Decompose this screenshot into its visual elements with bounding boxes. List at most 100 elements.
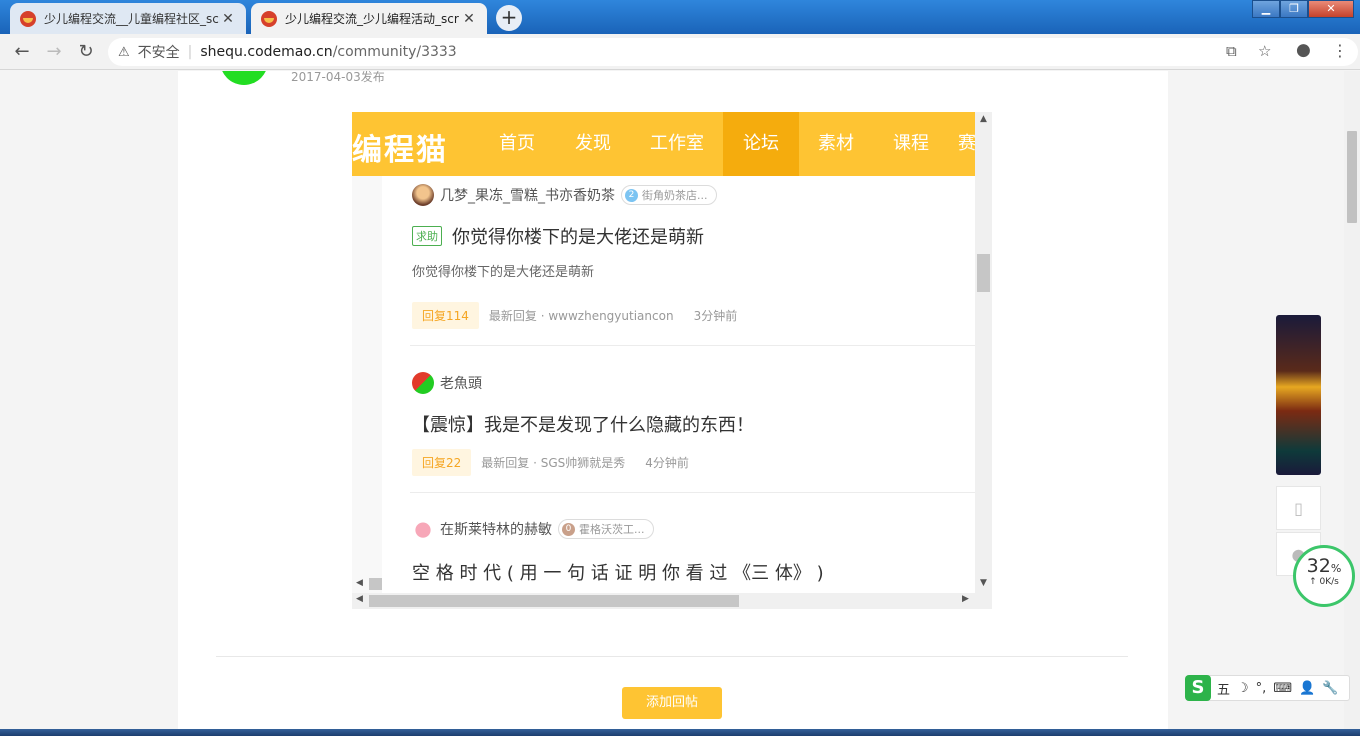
scroll-right-arrow-icon[interactable]: ▶: [962, 594, 969, 604]
gutter-scroll-thumb[interactable]: [369, 578, 382, 590]
add-reply-button[interactable]: 添加回帖: [622, 687, 722, 719]
frame-vscroll-thumb[interactable]: [977, 254, 990, 292]
forward-button[interactable]: →: [38, 41, 70, 62]
thread-title-row[interactable]: 求助 你觉得你楼下的是大佬还是萌新: [412, 223, 975, 249]
tab-close-icon[interactable]: ✕: [220, 11, 236, 27]
author-name[interactable]: 老魚頭: [440, 373, 482, 393]
security-label[interactable]: 不安全: [138, 42, 180, 62]
new-tab-button[interactable]: +: [496, 5, 522, 31]
page-scroll-thumb[interactable]: [1347, 131, 1357, 223]
ime-mode-icon[interactable]: 五: [1217, 679, 1230, 698]
embedded-forum-frame: 编程猫 首页 发现 工作室 论坛 素材 课程 赛 ◀ 几梦_果冻_雪糕_书亦香奶…: [352, 112, 992, 609]
level-badge: 2 街角奶茶店...: [621, 185, 717, 205]
mobile-icon[interactable]: ▯: [1276, 486, 1321, 530]
close-window-button[interactable]: ✕: [1308, 0, 1354, 18]
forum-thread[interactable]: 几梦_果冻_雪糕_书亦香奶茶 2 街角奶茶店... 求助 你觉得你楼下的是大佬还…: [412, 183, 975, 329]
reply-count: 回复22: [412, 449, 472, 476]
author-avatar[interactable]: [220, 71, 268, 85]
badge-title: 霍格沃茨工...: [579, 523, 645, 536]
embedded-navbar: 编程猫 首页 发现 工作室 论坛 素材 课程 赛: [352, 112, 976, 176]
reply-time: 3分钟前: [693, 309, 738, 323]
maximize-button[interactable]: ❐: [1280, 0, 1308, 18]
puzzle-icon[interactable]: ⧉: [1226, 42, 1237, 60]
browser-tab-1[interactable]: 少儿编程交流__儿童编程社区_scr ✕: [10, 3, 246, 34]
last-reply: 最新回复 · wwwzhengyutiancon: [488, 309, 674, 323]
speed-percent: 32%: [1306, 555, 1342, 577]
nav-discover[interactable]: 发现: [558, 112, 628, 176]
sogou-logo-icon[interactable]: S: [1185, 675, 1211, 701]
thread-title-row[interactable]: 空 格 时 代 ( 用 一 句 话 证 明 你 看 过 《三 体》 ): [412, 559, 975, 585]
thread-author[interactable]: 几梦_果冻_雪糕_书亦香奶茶 2 街角奶茶店...: [412, 183, 975, 207]
tab-title: 少儿编程交流_少儿编程活动_scr: [285, 12, 459, 26]
url-path[interactable]: /community/3333: [333, 44, 457, 60]
moon-icon[interactable]: ☽: [1237, 681, 1249, 696]
level-badge: 0 霍格沃茨工...: [558, 519, 654, 539]
thread-title[interactable]: 你觉得你楼下的是大佬还是萌新: [452, 223, 704, 249]
last-reply: 最新回复 · SGS帅狮就是秀: [481, 456, 626, 470]
level-number: 2: [625, 188, 638, 202]
codemao-favicon-icon: [261, 10, 277, 27]
reload-button[interactable]: ↻: [70, 41, 102, 62]
frame-vertical-scrollbar[interactable]: ▲ ▼: [975, 112, 992, 593]
scroll-up-arrow-icon[interactable]: ▲: [975, 114, 992, 124]
window-controls: ▁ ❐ ✕: [1252, 0, 1354, 18]
tab-title: 少儿编程交流__儿童编程社区_scr: [44, 12, 220, 26]
forum-thread[interactable]: 在斯莱特林的赫敏 0 霍格沃茨工... 空 格 时 代 ( 用 一 句 话 证 …: [412, 517, 975, 585]
level-number: 0: [562, 522, 575, 536]
post-date: 2017-04-03发布: [291, 71, 385, 84]
post-divider: [216, 656, 1128, 657]
address-bar[interactable]: ⚠ 不安全 | shequ.codemao.cn/community/3333 …: [108, 38, 1358, 66]
nav-home[interactable]: 首页: [482, 112, 552, 176]
user-avatar[interactable]: [412, 372, 434, 394]
bookmark-star-icon[interactable]: ☆: [1258, 42, 1271, 60]
wrench-icon[interactable]: 🔧: [1322, 681, 1338, 696]
nav-studio[interactable]: 工作室: [640, 112, 714, 176]
frame-left-gutter: ◀: [352, 176, 382, 593]
codemao-favicon-icon: [20, 10, 36, 27]
game-ad-banner[interactable]: [1276, 315, 1321, 475]
url-host[interactable]: shequ.codemao.cn: [200, 44, 332, 60]
scroll-down-arrow-icon[interactable]: ▼: [975, 578, 992, 588]
frame-horizontal-scrollbar[interactable]: ◀ ▶: [352, 593, 992, 609]
thread-divider: [410, 345, 975, 346]
reply-count: 回复114: [412, 302, 479, 329]
thread-title[interactable]: 【震惊】我是不是发现了什么隐藏的东西！: [412, 411, 754, 437]
thread-divider: [410, 492, 975, 493]
scroll-left-arrow-icon[interactable]: ◀: [356, 578, 363, 588]
browser-titlebar: 少儿编程交流__儿童编程社区_scr ✕ 少儿编程交流_少儿编程活动_scr ✕…: [0, 0, 1360, 34]
warning-icon[interactable]: ⚠: [118, 45, 130, 60]
page-content: 2017-04-03发布 添加回帖 编程猫 首页 发现 工作室 论坛 素材 课程…: [0, 71, 1344, 736]
thread-author[interactable]: 在斯莱特林的赫敏 0 霍格沃茨工...: [412, 517, 975, 541]
thread-author[interactable]: 老魚頭: [412, 371, 975, 395]
back-button[interactable]: ←: [6, 41, 38, 62]
thread-title[interactable]: 空 格 时 代 ( 用 一 句 话 证 明 你 看 过 《三 体》 ): [412, 559, 824, 585]
badge-title: 街角奶茶店...: [642, 189, 708, 202]
browser-menu-icon[interactable]: ⋮: [1332, 41, 1348, 60]
network-speed-widget[interactable]: 32% ↑ 0K/s: [1293, 545, 1355, 607]
keyboard-icon[interactable]: ⌨: [1273, 681, 1292, 696]
ime-toolbar[interactable]: S 五 ☽ °, ⌨ 👤 🔧: [1185, 675, 1350, 701]
page-scrollbar[interactable]: [1344, 71, 1360, 736]
scroll-left-arrow-icon[interactable]: ◀: [356, 594, 363, 604]
nav-courses[interactable]: 课程: [876, 112, 946, 176]
minimize-button[interactable]: ▁: [1252, 0, 1280, 18]
nav-forum[interactable]: 论坛: [723, 112, 799, 176]
thread-meta: 回复22 最新回复 · SGS帅狮就是秀 4分钟前: [412, 449, 975, 476]
user-avatar[interactable]: [412, 184, 434, 206]
thread-meta: 回复114 最新回复 · wwwzhengyutiancon 3分钟前: [412, 302, 975, 329]
punctuation-icon[interactable]: °,: [1256, 681, 1267, 696]
profile-icon[interactable]: ●: [1296, 40, 1311, 60]
thread-title-row[interactable]: 【震惊】我是不是发现了什么隐藏的东西！: [412, 411, 975, 437]
user-icon[interactable]: 👤: [1299, 681, 1315, 696]
author-name[interactable]: 几梦_果冻_雪糕_书亦香奶茶: [440, 185, 615, 205]
browser-toolbar: ← → ↻ ⚠ 不安全 | shequ.codemao.cn/community…: [0, 34, 1360, 70]
thread-description: 你觉得你楼下的是大佬还是萌新: [412, 265, 595, 280]
user-avatar[interactable]: [412, 518, 434, 540]
browser-tab-2[interactable]: 少儿编程交流_少儿编程活动_scr ✕: [251, 3, 487, 34]
forum-thread[interactable]: 老魚頭 【震惊】我是不是发现了什么隐藏的东西！ 回复22 最新回复 · SGS帅…: [412, 371, 975, 476]
author-name[interactable]: 在斯莱特林的赫敏: [440, 519, 552, 539]
frame-hscroll-thumb[interactable]: [369, 595, 739, 607]
nav-materials[interactable]: 素材: [801, 112, 871, 176]
codemao-logo[interactable]: 编程猫: [352, 125, 448, 169]
tab-close-icon[interactable]: ✕: [461, 11, 477, 27]
